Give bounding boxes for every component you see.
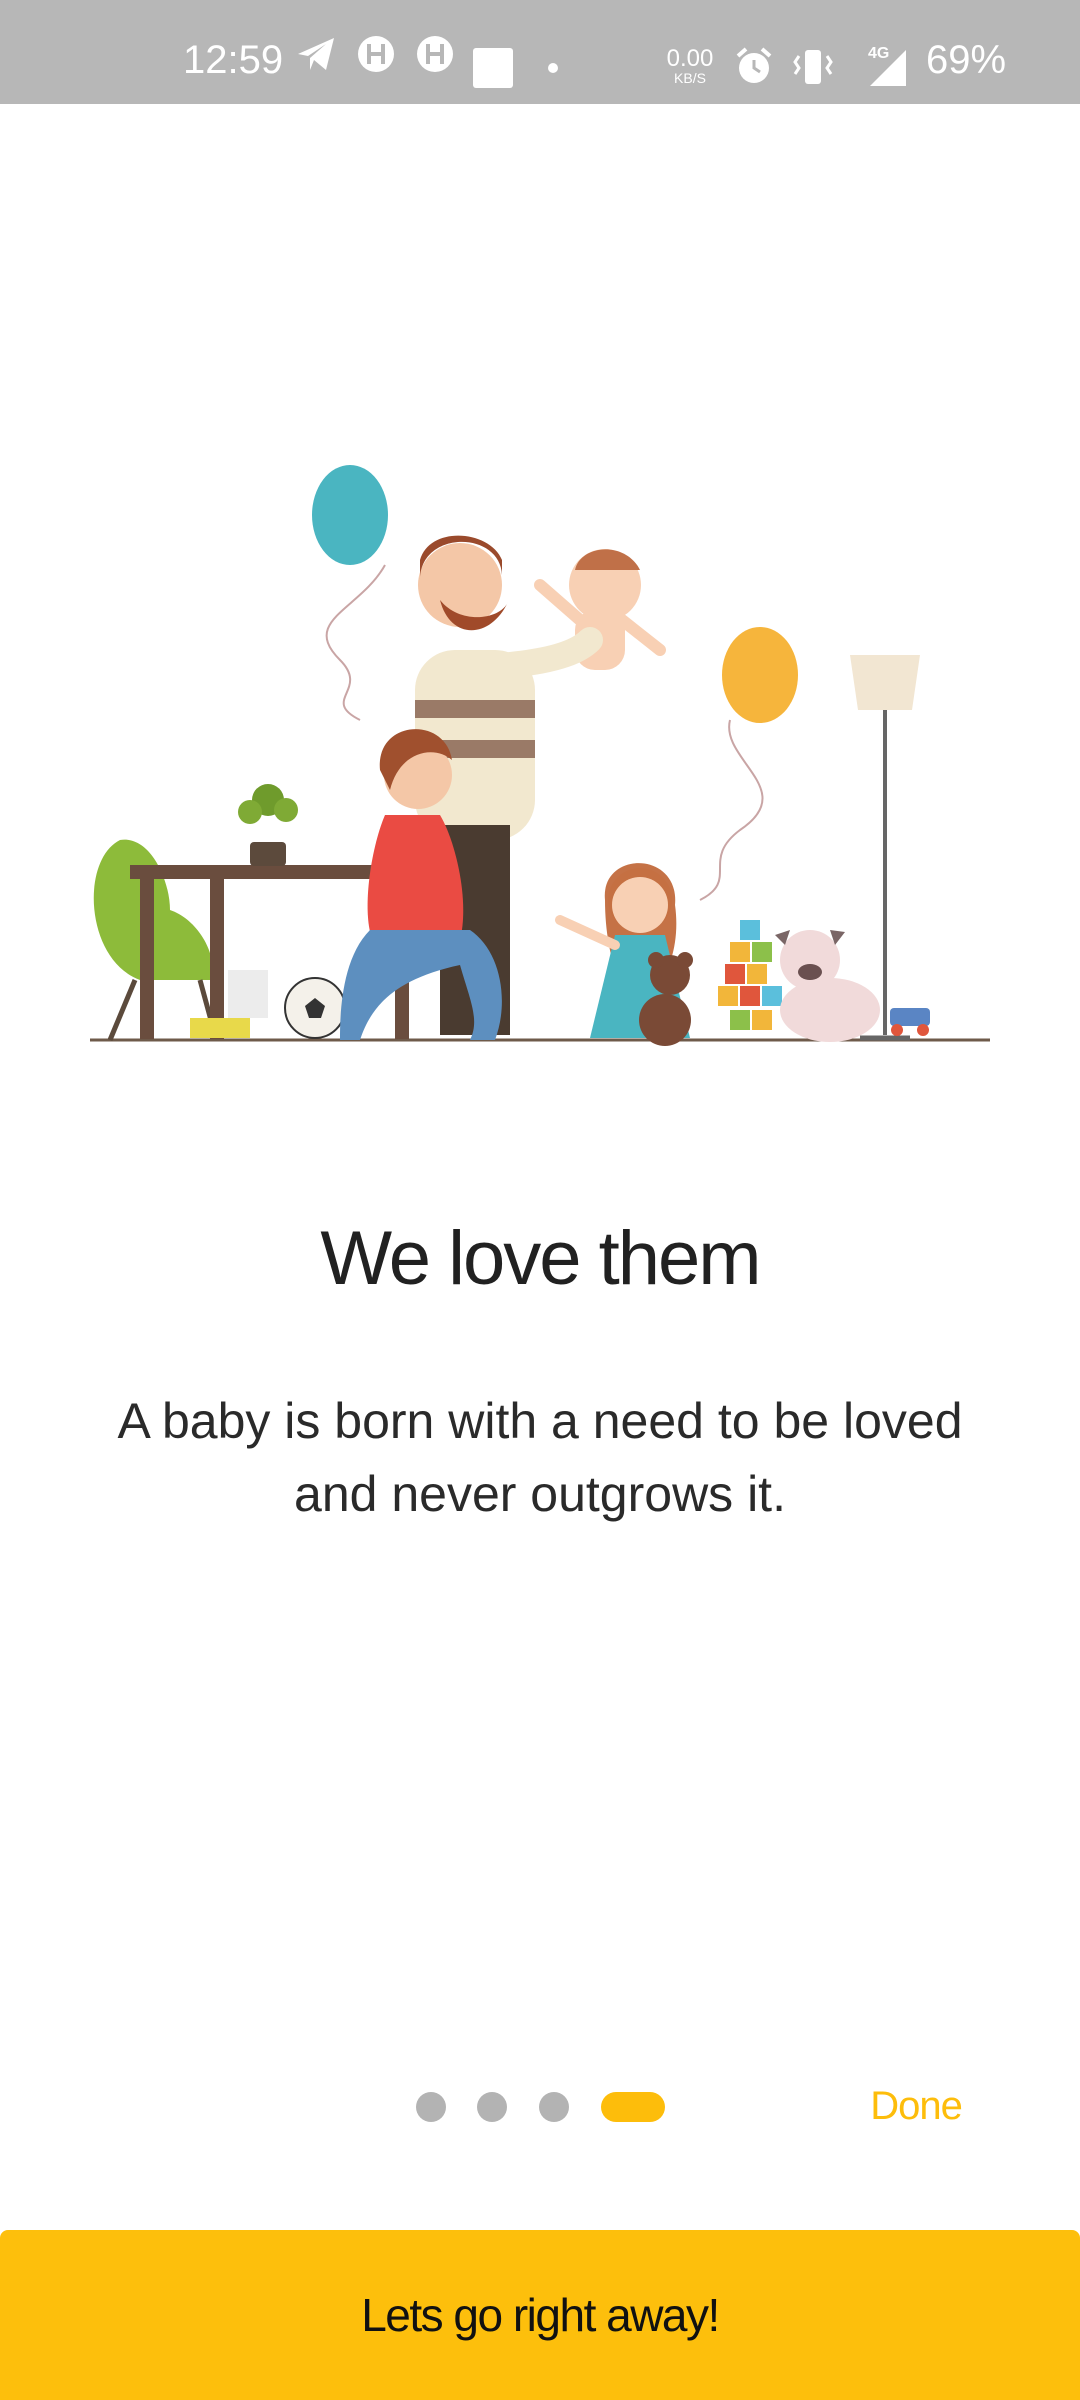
dot-icon: [548, 63, 558, 73]
lets-go-button[interactable]: Lets go right away!: [0, 2230, 1080, 2400]
hotstar-icon: [417, 36, 453, 72]
onboarding-description: A baby is born with a need to be loved a…: [117, 1393, 963, 1522]
page-dot-1[interactable]: [416, 2092, 446, 2122]
lets-go-button-label: Lets go right away!: [361, 2289, 720, 2341]
network-type-label: 4G: [868, 45, 890, 62]
page-dot-3[interactable]: [539, 2092, 569, 2122]
telegram-icon: [298, 38, 334, 70]
done-button[interactable]: Done: [846, 2084, 986, 2129]
battery-percentage: 69%: [926, 38, 1007, 82]
status-bar: 12:59 0.00 KB/S 4G 69%: [0, 0, 1080, 104]
alarm-icon: [736, 47, 772, 83]
onboarding-title: We love them: [320, 1216, 761, 1301]
page-dot-2[interactable]: [477, 2092, 507, 2122]
page-dot-4-active[interactable]: [601, 2092, 665, 2122]
network-speed: 0.00 KB/S: [666, 45, 714, 86]
hotstar-icon: [358, 36, 394, 72]
square-notification-icon: [473, 48, 513, 88]
status-time: 12:59: [183, 38, 284, 82]
family-illustration: [90, 465, 990, 1046]
vibrate-icon: [793, 50, 833, 84]
